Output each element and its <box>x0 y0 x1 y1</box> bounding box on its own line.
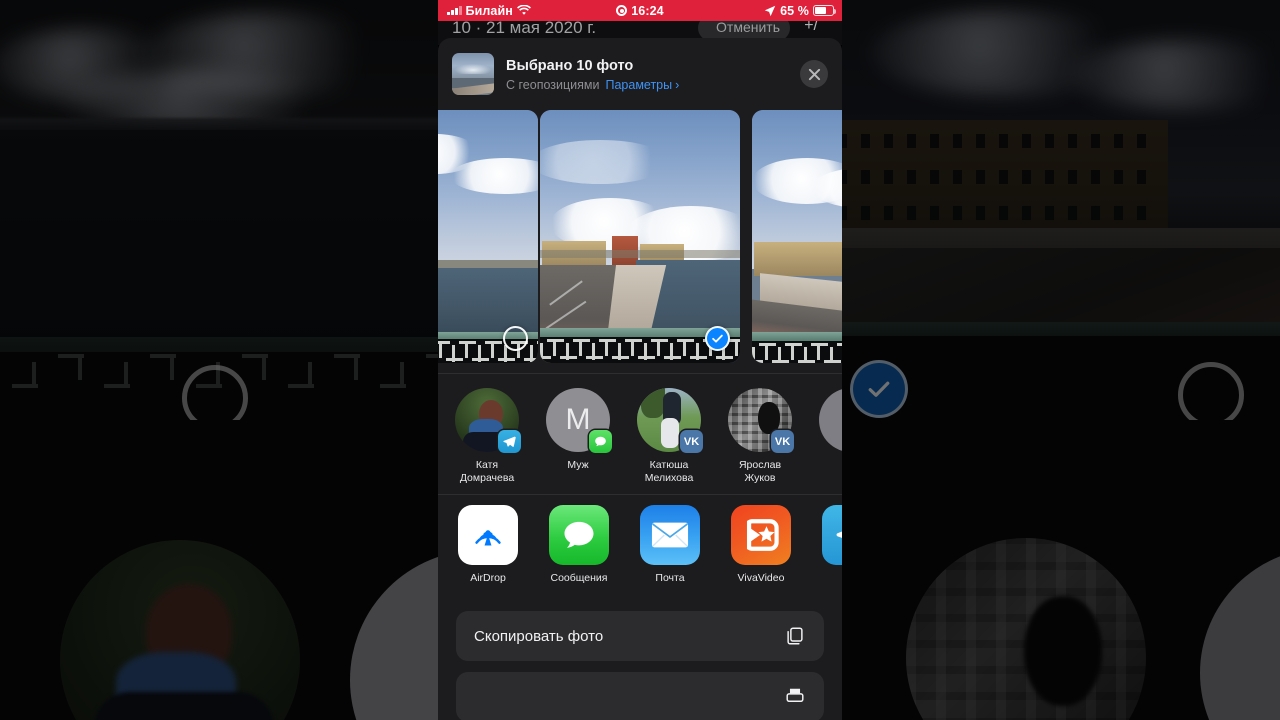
phone-screen: Билайн 16:24 65 % 10 · 21 мая 2020 г. От… <box>438 0 842 720</box>
contact-name: Катя Домрачева <box>459 459 515 484</box>
avatar <box>819 388 842 452</box>
share-sheet: Выбрано 10 фото С геопозициями Параметры… <box>438 38 842 720</box>
screen-recording-icon <box>616 5 628 16</box>
vivavideo-icon <box>731 505 791 565</box>
backdrop-scrim <box>0 0 442 720</box>
cancel-button[interactable]: Отменить <box>716 21 780 35</box>
contact-name: Муж <box>567 459 589 471</box>
avatar: М <box>546 388 612 453</box>
action-copy-photos[interactable]: Скопировать фото <box>456 611 824 661</box>
apps-row[interactable]: AirDrop Сообщения Почта VivaVideo <box>438 495 842 601</box>
battery-icon <box>813 5 837 16</box>
app-vivavideo[interactable]: VivaVideo <box>720 505 802 584</box>
photo-select-toggle[interactable] <box>503 326 528 351</box>
carrier-label: Билайн <box>465 3 513 18</box>
battery-percent-label: 65 % <box>780 3 809 18</box>
location-arrow-icon <box>764 5 776 16</box>
photo-thumbnail[interactable] <box>752 110 842 363</box>
airdrop-icon <box>458 505 518 565</box>
telegram-badge-icon <box>498 430 521 453</box>
partial-avatar <box>819 388 842 452</box>
photos-date-title: 10 · 21 мая 2020 г. <box>452 21 597 37</box>
clock-label: 16:24 <box>631 3 664 18</box>
app-label: AirDrop <box>470 572 506 584</box>
contacts-row[interactable]: Катя Домрачева М Муж VK Катюша Мелихова … <box>438 374 842 494</box>
contact-name: Катюша Мелихова <box>644 459 694 484</box>
backdrop-right: VK <box>838 0 1280 720</box>
share-sheet-subtitle: С геопозициями Параметры › <box>506 78 800 92</box>
photo-thumbnail[interactable] <box>438 110 538 363</box>
mail-icon <box>640 505 700 565</box>
cellular-signal-icon <box>447 6 462 15</box>
actions-list: Скопировать фото <box>438 601 842 720</box>
avatar: VK <box>728 388 794 453</box>
print-icon <box>784 686 806 708</box>
photo-select-toggle[interactable] <box>705 326 730 351</box>
app-mail[interactable]: Почта <box>629 505 711 584</box>
add-button[interactable]: +/ <box>804 21 818 35</box>
options-link[interactable]: Параметры <box>605 78 672 92</box>
backdrop-left: М <box>0 0 442 720</box>
messages-badge-icon <box>589 430 612 453</box>
app-label: Почта <box>655 572 685 584</box>
wifi-icon <box>516 5 531 15</box>
app-label: Сообщения <box>550 572 608 584</box>
avatar <box>455 388 521 453</box>
status-bar: Билайн 16:24 65 % <box>438 0 842 21</box>
close-icon <box>808 68 820 80</box>
vk-badge-icon: VK <box>680 430 703 453</box>
app-label: VivaVideo <box>737 572 785 584</box>
page-title: Выбрано 10 фото <box>506 57 634 74</box>
messages-icon <box>549 505 609 565</box>
contact-partial[interactable]: Д <box>810 388 842 472</box>
selected-photo-thumbnail[interactable] <box>452 53 494 95</box>
app-airdrop[interactable]: AirDrop <box>447 505 529 584</box>
backdrop-scrim <box>838 0 1280 720</box>
contact-yaroslav-zhukov[interactable]: VK Ярослав Жуков <box>719 388 801 484</box>
app-messages[interactable]: Сообщения <box>538 505 620 584</box>
photo-strip[interactable] <box>438 110 842 373</box>
close-button[interactable] <box>800 60 828 88</box>
chevron-right-icon[interactable]: › <box>675 78 679 92</box>
app-telegram[interactable]: Te <box>811 505 842 584</box>
screen-recording-frame: М VK <box>0 0 1280 720</box>
share-sheet-header-text: Выбрано 10 фото С геопозициями Параметры… <box>506 57 800 92</box>
telegram-icon <box>822 505 842 565</box>
contact-katyusha-melihova[interactable]: VK Катюша Мелихова <box>628 388 710 484</box>
photo-thumbnail[interactable] <box>540 110 740 363</box>
vk-badge-icon: VK <box>771 430 794 453</box>
contact-katya-domracheva[interactable]: Катя Домрачева <box>446 388 528 484</box>
copy-icon <box>784 625 806 647</box>
share-sheet-header: Выбрано 10 фото С геопозициями Параметры… <box>438 38 842 110</box>
geoposition-label: С геопозициями <box>506 77 600 92</box>
contact-name: Ярослав Жуков <box>738 459 782 484</box>
action-label: Скопировать фото <box>474 627 604 645</box>
contact-muzh[interactable]: М Муж <box>537 388 619 472</box>
avatar: VK <box>637 388 703 453</box>
action-print[interactable] <box>456 672 824 720</box>
